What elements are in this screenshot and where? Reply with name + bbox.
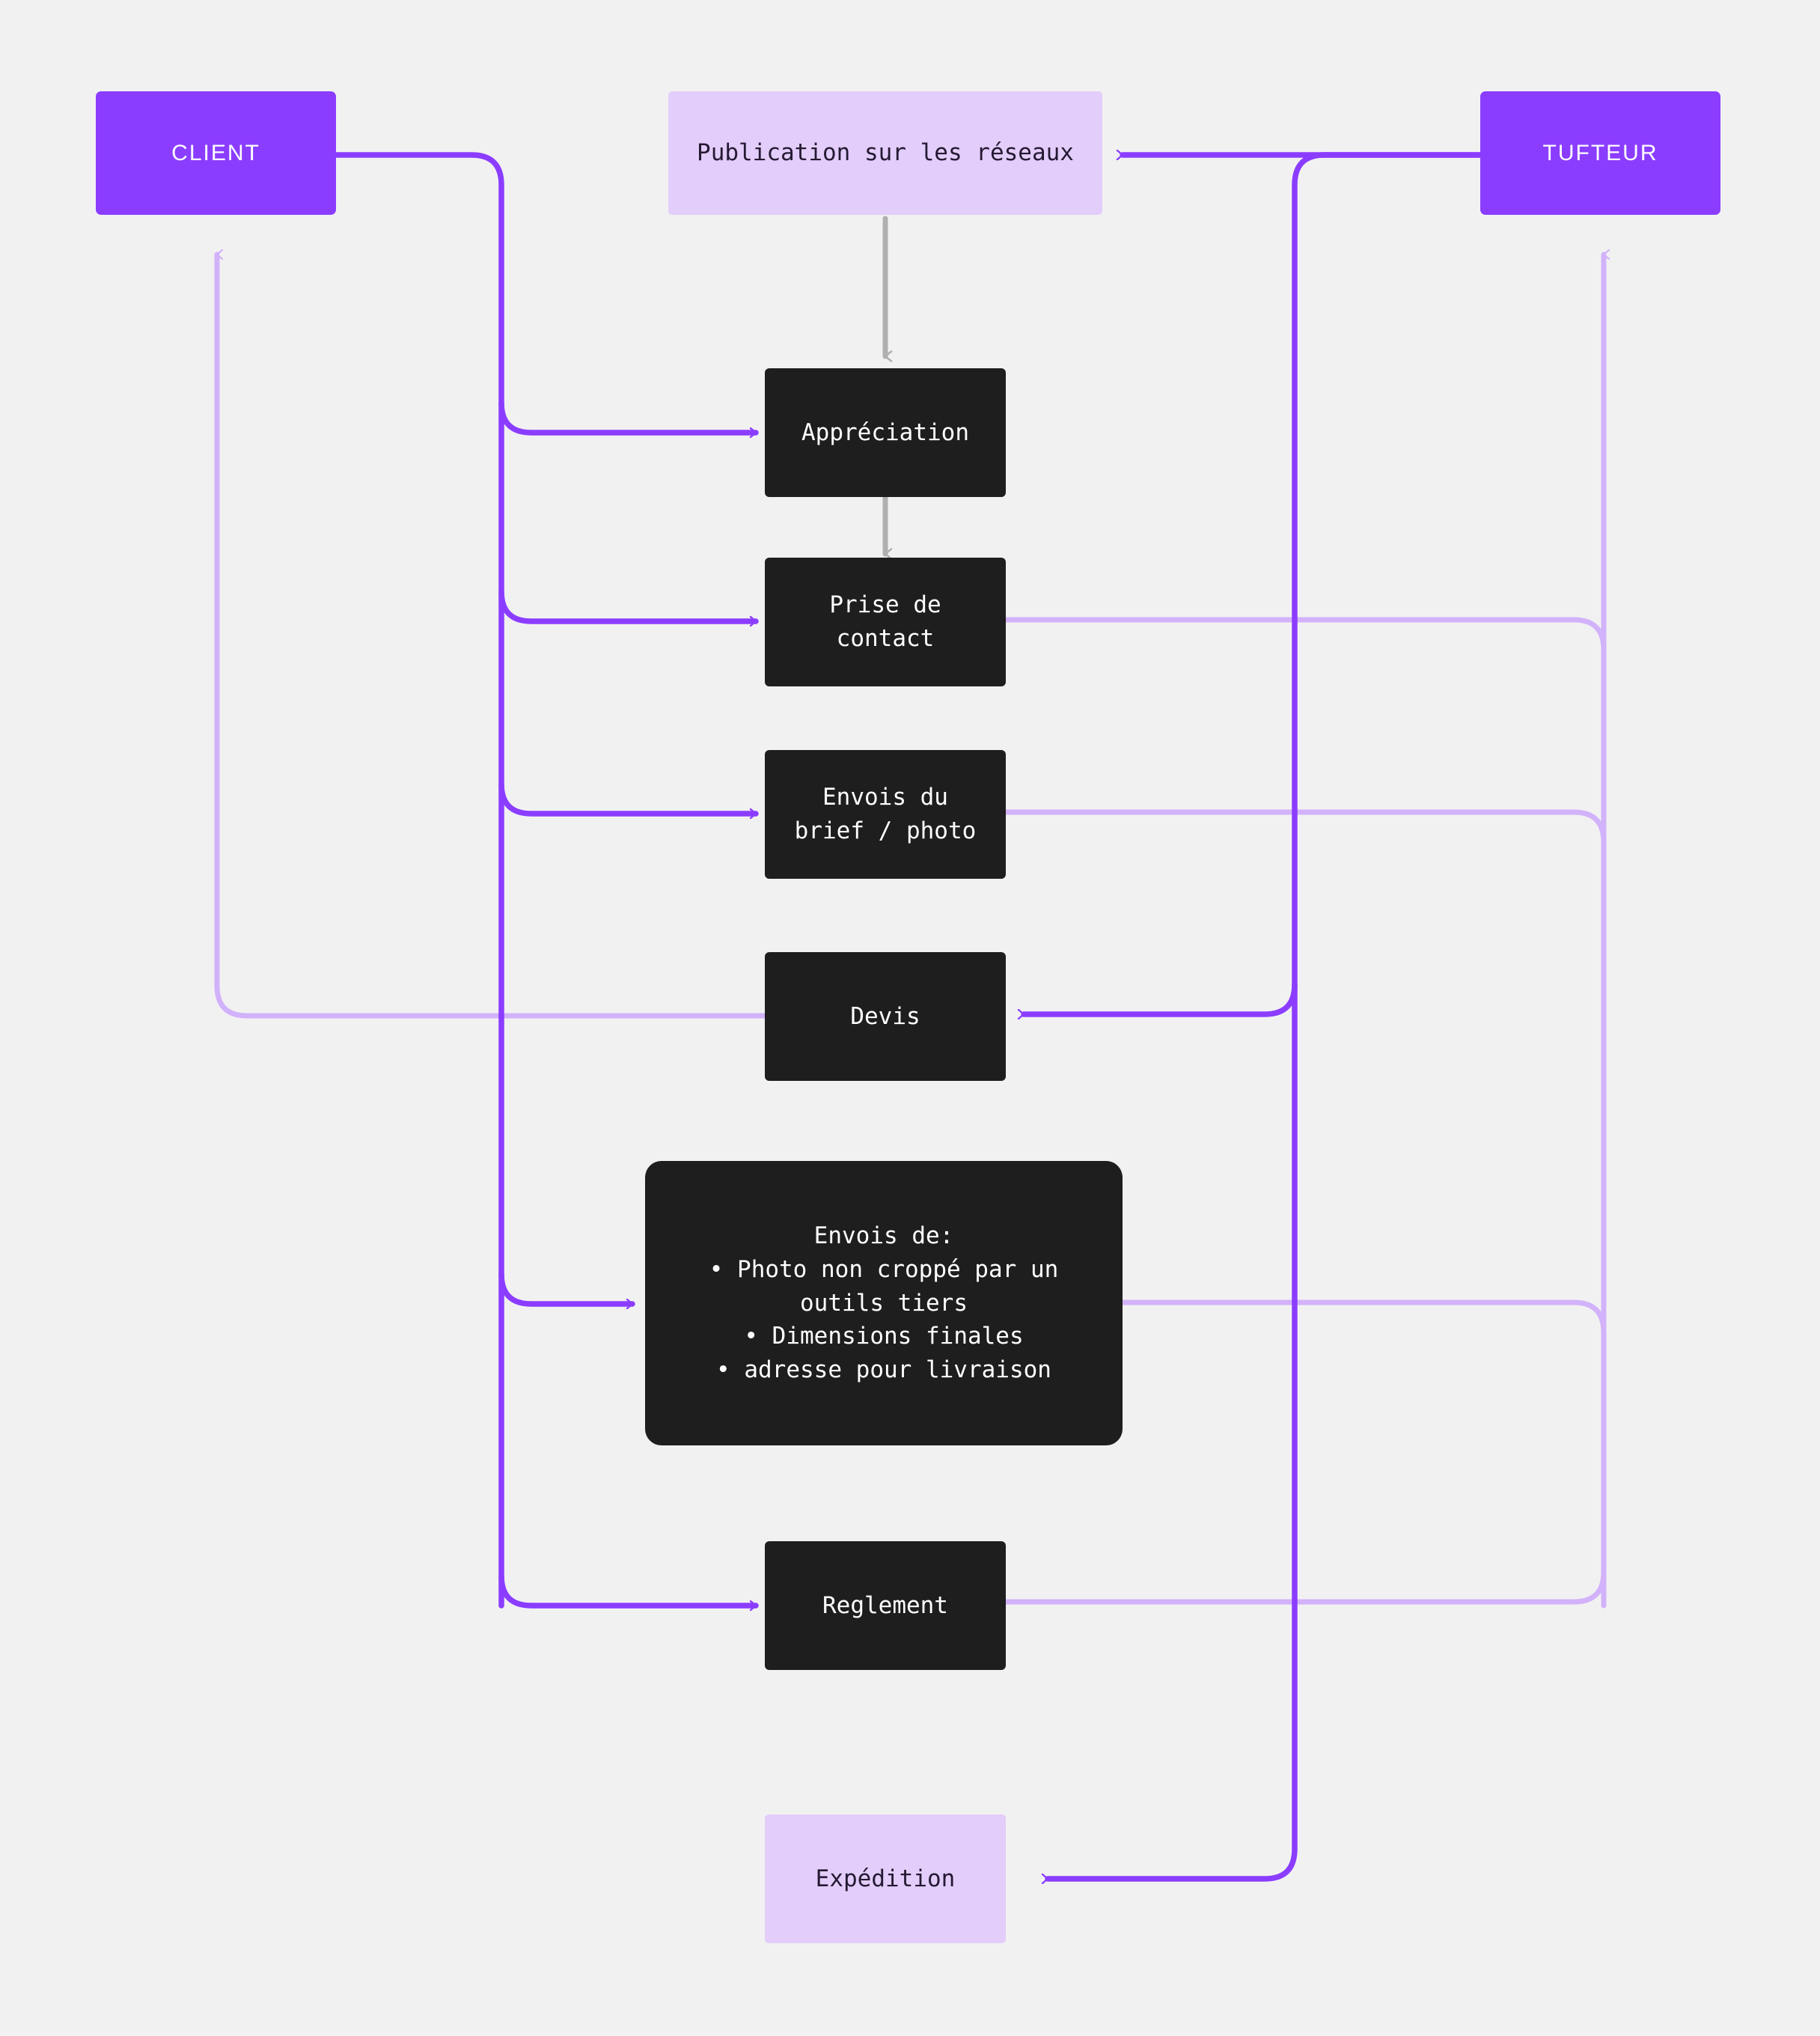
node-envois-brief[interactable]: Envois du brief / photo [765, 750, 1006, 879]
node-appreciation-label: Appréciation [801, 418, 969, 446]
node-prise-contact[interactable]: Prise de contact [765, 558, 1006, 686]
actor-client-label: CLIENT [171, 140, 260, 165]
node-devis[interactable]: Devis [765, 952, 1006, 1081]
edge-client-to-appreciation [498, 400, 759, 433]
node-appreciation[interactable]: Appréciation [765, 368, 1006, 497]
edge-client-to-prise-contact [498, 588, 759, 621]
actor-client[interactable]: CLIENT [96, 91, 336, 215]
node-envois-de-label: Envois de: • Photo non croppé par un out… [709, 1222, 1059, 1384]
edge-prise-contact-to-tufteur [1003, 617, 1607, 653]
node-reglement[interactable]: Reglement [765, 1541, 1006, 1670]
edge-client-to-reglement [498, 1573, 759, 1606]
node-devis-label: Devis [850, 1002, 920, 1030]
node-envois-brief-label: Envois du brief / photo [794, 784, 977, 844]
actor-tufteur[interactable]: TUFTEUR [1480, 91, 1720, 215]
node-expedition[interactable]: Expédition [765, 1814, 1006, 1943]
node-envois-de[interactable]: Envois de: • Photo non croppé par un out… [645, 1161, 1123, 1445]
node-prise-contact-label: Prise de contact [829, 591, 941, 652]
edge-tufteur-to-devis [1024, 981, 1298, 1014]
edge-envois-de-to-tufteur [1120, 1299, 1607, 1335]
edge-client-to-envois-brief [498, 781, 759, 814]
node-publication-label: Publication sur les réseaux [697, 139, 1074, 167]
edge-devis-to-client [214, 254, 769, 1019]
node-reglement-label: Reglement [822, 1591, 948, 1619]
edge-envois-brief-to-tufteur [1003, 809, 1607, 845]
edge-client-to-envois-de [498, 1271, 635, 1304]
node-publication[interactable]: Publication sur les réseaux [668, 91, 1102, 215]
edge-reglement-to-tufteur [1003, 1569, 1607, 1605]
edge-client-trunk [333, 152, 504, 1609]
actor-tufteur-label: TUFTEUR [1542, 140, 1658, 165]
node-expedition-label: Expédition [815, 1865, 956, 1892]
flowchart-canvas: CLIENT TUFTEUR Publication sur les résea… [0, 0, 1820, 2036]
